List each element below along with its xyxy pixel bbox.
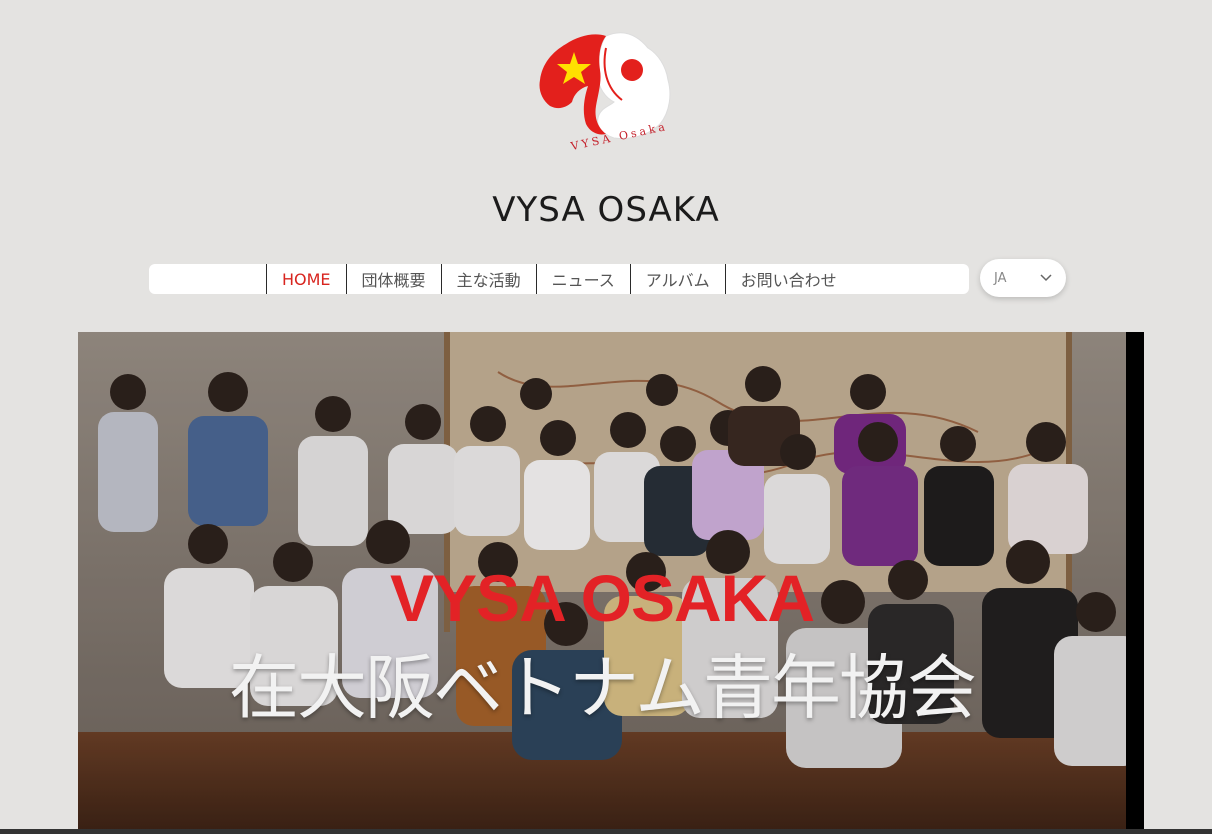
hero-title: VYSA OSAKA [390, 561, 815, 635]
hero-subtitle: 在大阪ベトナム青年協会 [229, 647, 977, 729]
nav-item-about[interactable]: 団体概要 [345, 264, 441, 294]
nav-item-activities[interactable]: 主な活動 [440, 264, 536, 294]
nav-item-news[interactable]: ニュース [535, 264, 630, 294]
site-title[interactable]: VYSA OSAKA [0, 190, 1212, 230]
main-nav: HOME 団体概要 主な活動 ニュース アルバム お問い合わせ [149, 264, 969, 294]
site-logo[interactable]: VYSA Osaka [536, 28, 676, 162]
chevron-down-icon [1040, 271, 1052, 286]
bottom-edge [0, 829, 1212, 834]
nav-item-contact[interactable]: お問い合わせ [724, 264, 852, 294]
language-selector[interactable]: JA [980, 259, 1066, 297]
nav-item-home[interactable]: HOME [266, 264, 346, 294]
hero-banner: VYSA OSAKA 在大阪ベトナム青年協会 [78, 332, 1144, 834]
nav-item-album[interactable]: アルバム [629, 264, 725, 294]
language-selected-label: JA [994, 270, 1007, 286]
hero-side-bar [1126, 332, 1144, 834]
